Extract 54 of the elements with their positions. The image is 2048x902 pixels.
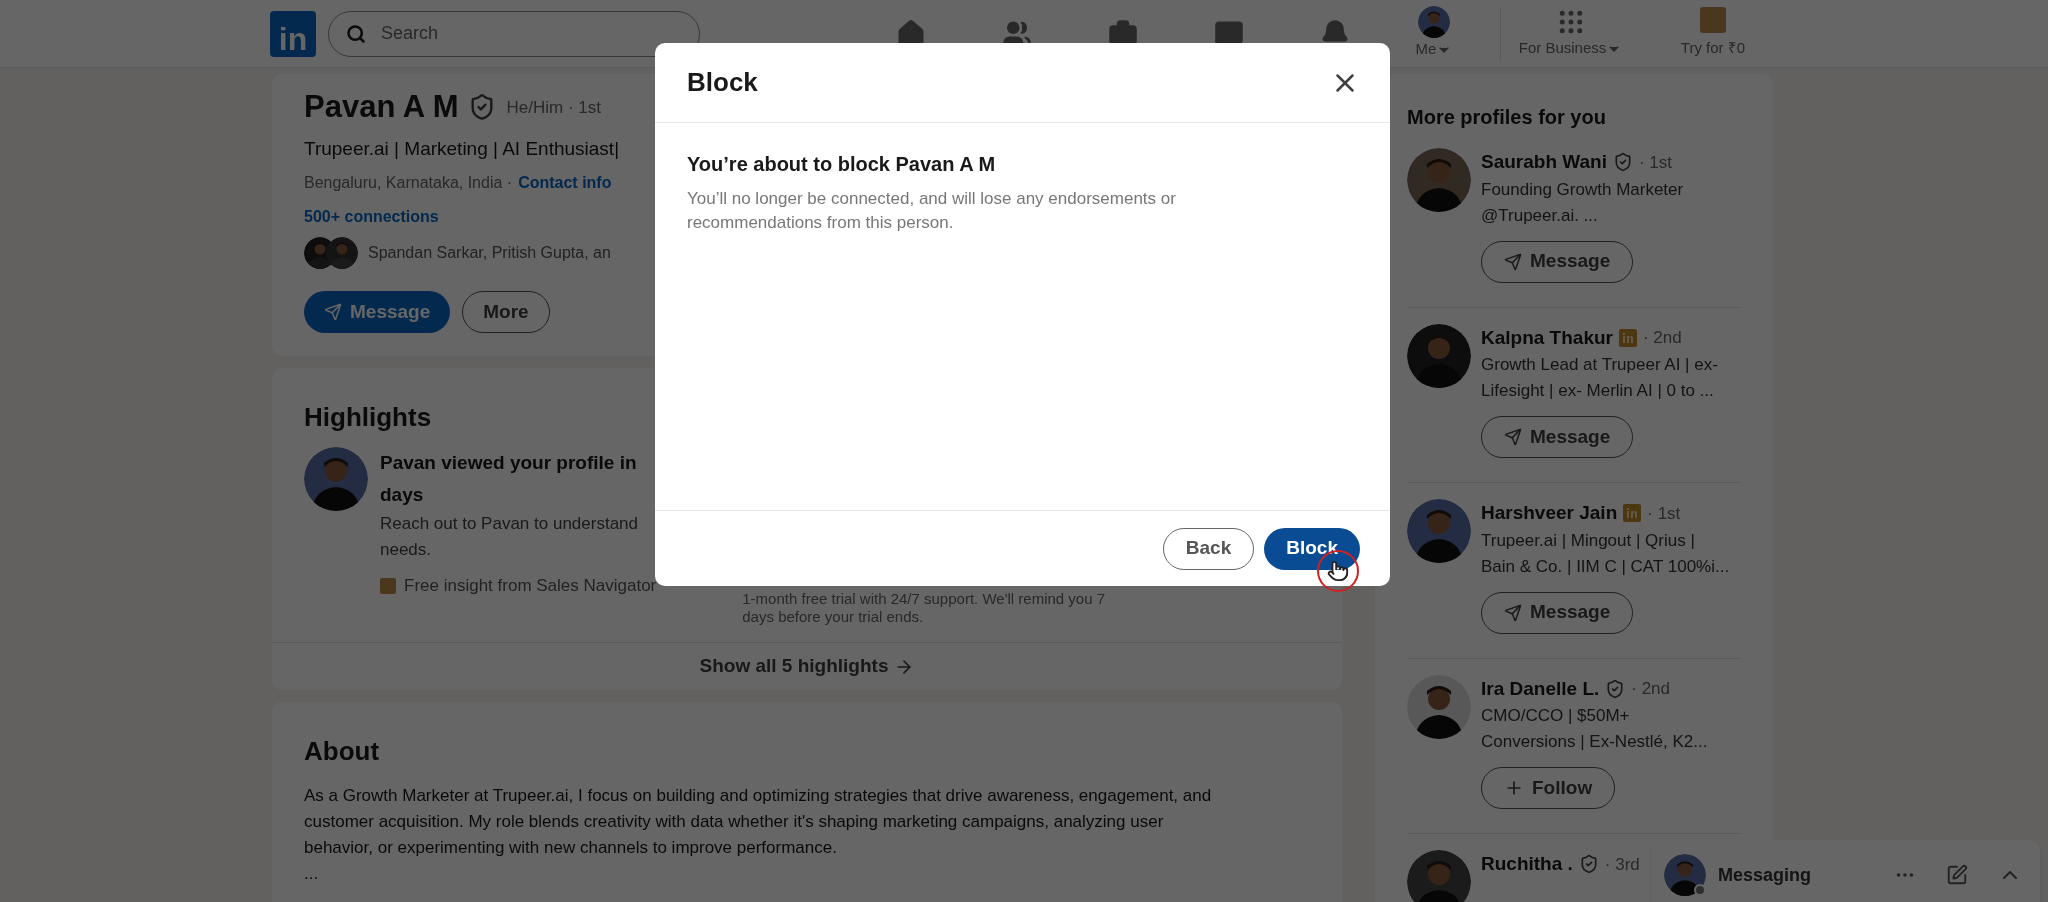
person-name[interactable]: Ruchitha . (1481, 850, 1573, 879)
contact-info-link[interactable]: Contact info (518, 171, 612, 195)
person-headline: Growth Lead at Trupeer AI | ex- Lifesight | ex- Merlin AI | 0 to ... (1481, 354, 1718, 402)
connection-degree: · 2nd (1643, 327, 1682, 349)
connection-degree: · 3rd (1604, 853, 1640, 876)
person-headline: Trupeer.ai | Mingout | Qrius | Bain & Co. | IIM C | CAT 100%i... (1481, 529, 1730, 578)
person-headline: CMO/CCO | $50M+ Conversions | Ex-Nestlé, K2... (1481, 705, 1708, 753)
about-text: As a Growth Marketer at Trupeer.ai, I focus on building and optimizing strategies that drive awareness, engagement, and customer acquisition. My role blends creativity with data whether it's shaping marketing campaigns, analyzing user behavior, or experimenting with new channels to improve performance. ... (304, 785, 1212, 885)
person-name[interactable]: Ira Danelle L. (1481, 674, 1600, 703)
verified-badge-icon (1605, 678, 1626, 699)
sales-navigator-icon (380, 577, 396, 594)
compose-icon[interactable] (1946, 864, 1968, 886)
person-name[interactable]: Saurabh Wani (1481, 148, 1607, 177)
premium-badge-icon (1619, 328, 1637, 347)
dialog-description: You’ll no longer be connected, and will lose any endorsements or recommendations from this person. (687, 188, 1176, 234)
premium-link[interactable]: Try for ₹0 (1658, 7, 1768, 60)
dialog-heading: You’re about to block Pavan A M (687, 152, 996, 177)
connections-link[interactable]: 500+ connections (304, 205, 439, 229)
location-text: Bengaluru, Karnataka, India · (304, 173, 513, 193)
person-name[interactable]: Harshveer Jain (1481, 499, 1618, 528)
insight-text: Free insight from Sales Navigator (404, 575, 657, 597)
more-profiles-title: More profiles for you (1407, 105, 1606, 130)
profile-headline: Trupeer.ai | Marketing | AI Enthusiast| (304, 136, 621, 161)
connection-degree: · 2nd (1631, 678, 1671, 700)
mutual-connections: Spandan Sarkar, Pritish Gupta, an (368, 243, 611, 263)
show-all-highlights-button[interactable]: Show all 5 highlights (272, 642, 1342, 690)
highlight-text: Reach out to Pavan to understand needs. (380, 513, 639, 561)
highlight-heading: Pavan viewed your profile in days (380, 451, 638, 507)
trial-text: 1-month free trial with 24/7 support. We'll remind you 7 days before your trial ends. (742, 590, 1106, 626)
person-name[interactable]: Kalpna Thakur (1481, 323, 1613, 352)
highlights-title: Highlights (303, 401, 432, 434)
block-button[interactable]: Block (1264, 527, 1360, 570)
premium-badge-icon (1623, 504, 1642, 523)
logo[interactable]: in (270, 10, 316, 57)
premium-icon (1700, 7, 1726, 34)
send-icon (324, 303, 342, 321)
search-icon (346, 23, 366, 44)
business-menu[interactable]: For Business (1500, 7, 1640, 60)
send-icon (1504, 428, 1522, 446)
connection-degree: · 1st (1647, 502, 1681, 525)
dialog-title: Block (687, 66, 758, 99)
send-icon (1504, 603, 1522, 622)
person-headline: Founding Growth Marketer @Trupeer.ai. ... (1481, 178, 1684, 227)
verified-badge-icon (1613, 152, 1633, 173)
about-title: About (304, 735, 380, 768)
message-button[interactable]: Message (304, 291, 451, 333)
send-icon (1504, 252, 1522, 271)
me-menu[interactable]: Me (1388, 6, 1480, 61)
profile-name: Pavan A M (304, 88, 459, 126)
messaging-panel[interactable]: Messaging (1652, 840, 2040, 902)
messaging-title: Messaging (1718, 863, 1813, 887)
pronouns-degree: He/Him · 1st (506, 96, 601, 119)
connection-degree: · 1st (1639, 151, 1673, 174)
search-field[interactable]: Search (328, 10, 700, 57)
